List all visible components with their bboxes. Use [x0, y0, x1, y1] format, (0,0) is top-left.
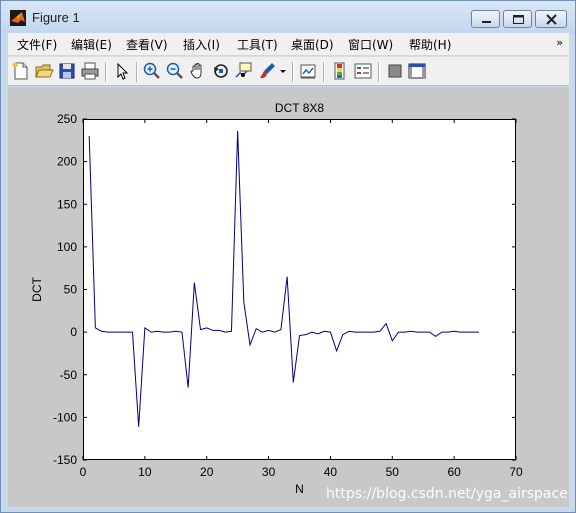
menu-bar: 文件(F) 编辑(E) 查看(V) 插入(I) 工具(T) 桌面(D) 窗口(W…: [8, 33, 569, 55]
close-button[interactable]: [535, 10, 567, 28]
y-tick-label: 200: [57, 155, 77, 169]
y-tick-label: -150: [53, 453, 77, 467]
window-title: Figure 1: [32, 10, 80, 25]
dct-line-chart[interactable]: 0 10 20 30 40 50 60 70 -150 -100 -50 0 50 100 150 200 25…: [8, 87, 569, 507]
y-tick-label: -50: [60, 368, 78, 382]
x-tick-label: 10: [138, 465, 152, 479]
x-tick-label: 30: [262, 465, 276, 479]
chart-title: DCT 8X8: [275, 101, 324, 115]
brush-dropdown-icon[interactable]: [278, 61, 288, 81]
x-tick-label: 70: [509, 465, 523, 479]
close-icon: [546, 14, 557, 25]
print-icon[interactable]: [80, 61, 100, 81]
hide-plot-tools-icon[interactable]: [385, 61, 405, 81]
rotate-3d-icon[interactable]: [211, 61, 231, 81]
menu-window[interactable]: 窗口(W): [348, 36, 393, 53]
show-plot-tools-icon[interactable]: [407, 61, 427, 81]
menu-desktop[interactable]: 桌面(D): [291, 36, 334, 53]
select-arrow-icon[interactable]: [112, 61, 132, 81]
x-tick-label: 40: [324, 465, 338, 479]
x-tick-label: 0: [80, 465, 87, 479]
figure-toolbar: [8, 56, 569, 86]
menu-insert[interactable]: 插入(I): [183, 36, 220, 53]
y-tick-label: 50: [64, 283, 78, 297]
x-tick-label: 50: [386, 465, 400, 479]
y-tick-label: 250: [57, 112, 77, 126]
menu-edit[interactable]: 编辑(E): [71, 36, 112, 53]
brush-icon[interactable]: [257, 61, 277, 81]
legend-icon[interactable]: [353, 61, 373, 81]
maximize-icon: [513, 15, 524, 24]
save-icon[interactable]: [57, 61, 77, 81]
y-tick-label: 100: [57, 240, 77, 254]
x-axis-label: N: [295, 482, 304, 496]
x-tick-label: 20: [200, 465, 214, 479]
y-tick-label: 150: [57, 197, 77, 211]
y-tick-label: -100: [53, 410, 77, 424]
plot-area: [83, 119, 516, 460]
zoom-out-icon[interactable]: [165, 61, 185, 81]
colorbar-icon[interactable]: [330, 61, 350, 81]
minimize-button[interactable]: [471, 10, 500, 28]
zoom-in-icon[interactable]: [142, 61, 162, 81]
data-cursor-icon[interactable]: [234, 61, 254, 81]
pan-hand-icon[interactable]: [188, 61, 208, 81]
menu-tools[interactable]: 工具(T): [237, 36, 278, 53]
y-tick-label: 0: [70, 325, 77, 339]
watermark: https://blog.csdn.net/yga_airspace: [326, 486, 568, 502]
title-bar[interactable]: Figure 1: [1, 1, 575, 33]
menu-file[interactable]: 文件(F): [17, 36, 57, 53]
link-plot-icon[interactable]: [298, 61, 318, 81]
figure-canvas: 0 10 20 30 40 50 60 70 -150 -100 -50 0 50 100 150 200 25…: [8, 87, 569, 507]
open-file-icon[interactable]: [34, 61, 54, 81]
menu-help[interactable]: 帮助(H): [409, 36, 451, 53]
y-axis-label: DCT: [30, 277, 44, 302]
x-tick-label: 60: [447, 465, 461, 479]
figure-window: Figure 1 文件(F) 编辑(E) 查看(V) 插入(I) 工具(T) 桌…: [0, 0, 576, 513]
double-chevron-icon[interactable]: »: [556, 36, 563, 49]
maximize-button[interactable]: [503, 10, 532, 28]
minimize-icon: [482, 21, 491, 23]
new-figure-icon[interactable]: [11, 61, 31, 81]
matlab-logo-icon: [10, 10, 26, 26]
menu-view[interactable]: 查看(V): [126, 36, 168, 53]
